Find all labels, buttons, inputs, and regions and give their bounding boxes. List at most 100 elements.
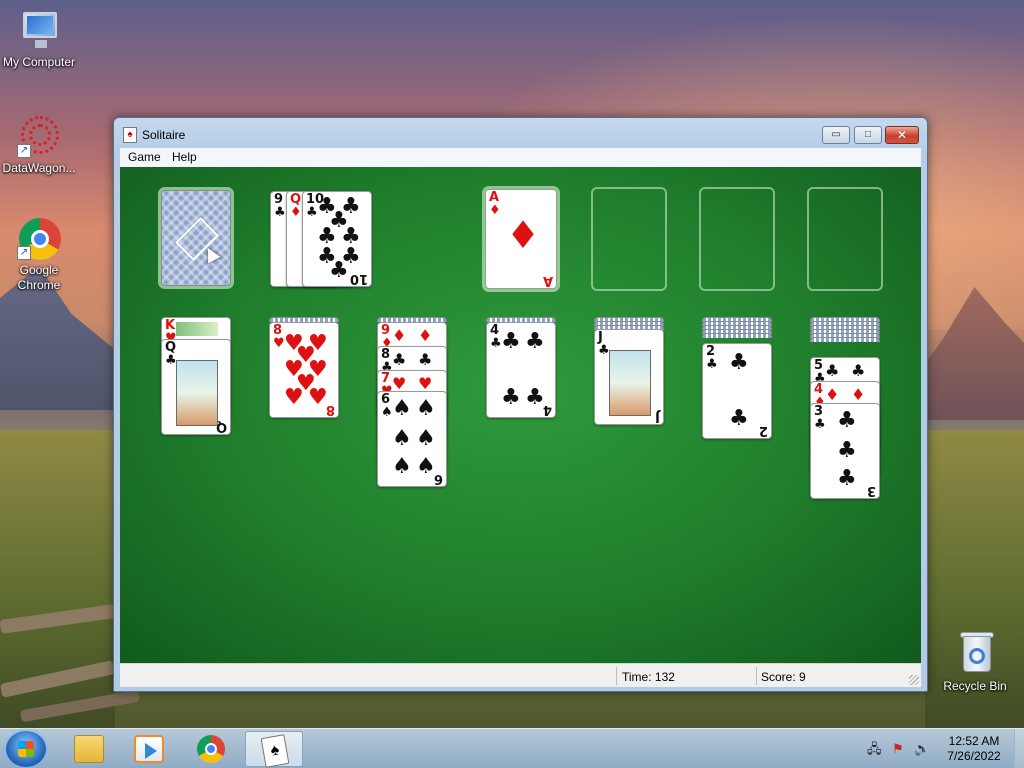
- card-pip: ♣: [851, 361, 866, 380]
- taskbar-clock[interactable]: 12:52 AM 7/26/2022: [944, 734, 1004, 764]
- menu-bar: Game Help: [120, 148, 921, 167]
- card-suit: ♣: [306, 205, 318, 220]
- solitaire-icon: ♠: [260, 734, 290, 768]
- foundation-2[interactable]: [591, 187, 667, 291]
- card-pip: ♠: [392, 396, 412, 421]
- card-pip: ♠: [416, 454, 436, 479]
- status-separator: [616, 667, 617, 685]
- action-center-flag-icon[interactable]: ⚑: [891, 742, 905, 756]
- taskbar-solitaire-button[interactable]: ♠: [245, 731, 303, 768]
- card-suit: ♦: [489, 203, 501, 218]
- windows-logo-icon: [18, 741, 34, 757]
- card-suit: ♣: [490, 336, 502, 351]
- solitaire-window[interactable]: ♠ Solitaire ▭ □ ✕ Game Help 9 ♣ Q ♦ 10 ♣…: [113, 117, 928, 692]
- chrome-icon: ↗: [17, 216, 61, 260]
- title-bar[interactable]: ♠ Solitaire ▭ □ ✕: [114, 118, 927, 148]
- card-pip: ♣: [329, 258, 349, 283]
- tableau-card[interactable]: Q ♣ Q: [161, 339, 231, 435]
- taskbar: ♠ 🖧 ⚑ 🔊 12:52 AM 7/26/2022: [0, 728, 1024, 768]
- desktop-icon-my-computer[interactable]: My Computer: [0, 8, 79, 69]
- chrome-icon: [197, 735, 225, 763]
- computer-icon: [17, 8, 61, 52]
- face-card-art: [609, 350, 651, 416]
- card-pip: ♣: [729, 350, 749, 375]
- show-desktop-button[interactable]: [1014, 729, 1024, 768]
- card-rank-bottom: 6: [433, 471, 443, 486]
- foundation-4[interactable]: [807, 187, 883, 291]
- card-rank-bottom: 3: [866, 483, 876, 498]
- card-pip: ♣: [418, 350, 433, 369]
- card-suit: ♣: [598, 343, 610, 358]
- card-rank-bottom: 10: [349, 271, 368, 286]
- card-pip: ♠: [392, 454, 412, 479]
- card-pip: ♥: [308, 385, 328, 410]
- stock-pile[interactable]: [161, 190, 231, 286]
- start-button[interactable]: [6, 731, 46, 767]
- card-suit: ♣: [814, 417, 826, 432]
- taskbar-media-player-button[interactable]: [120, 731, 178, 767]
- minimize-button[interactable]: ▭: [822, 126, 850, 144]
- card-rank-bottom: 8: [325, 402, 335, 417]
- clock-date: 7/26/2022: [947, 749, 1001, 763]
- card-pip: ♣: [525, 329, 545, 354]
- desktop-icon-google-chrome[interactable]: ↗ Google Chrome: [0, 216, 79, 293]
- folder-icon: [74, 735, 104, 763]
- status-separator: [756, 667, 757, 685]
- clock-time: 12:52 AM: [948, 734, 1000, 748]
- desktop-icon-label: My Computer: [2, 55, 76, 69]
- face-card-art: [176, 360, 218, 426]
- face-down-card: [702, 333, 772, 338]
- desktop-icon-datawagon[interactable]: ↗ DataWagon...: [0, 114, 79, 175]
- card-pip: ♣: [837, 408, 857, 433]
- tableau-card[interactable]: 8 ♥ ♥ ♥ ♥ ♥ ♥ ♥ ♥ ♥ 8: [269, 322, 339, 418]
- card-rank-bottom: 4: [542, 402, 552, 417]
- foundation-1[interactable]: A ♦ ♦ A: [485, 189, 557, 289]
- card-pip: ♣: [825, 361, 840, 380]
- recycle-bin-icon: [953, 632, 997, 676]
- tableau-card[interactable]: J ♣ J: [594, 329, 664, 425]
- desktop-icon-label: DataWagon...: [2, 161, 76, 175]
- resize-grip-icon[interactable]: [909, 675, 919, 685]
- status-bar: Time: 132 Score: 9: [120, 663, 921, 687]
- media-player-icon: [134, 735, 164, 763]
- taskbar-explorer-button[interactable]: [60, 731, 118, 767]
- time-display: Time: 132: [622, 670, 675, 684]
- face-card-art: [176, 322, 218, 336]
- card-suit: ♣: [165, 353, 177, 368]
- card-suit: ♠: [381, 405, 393, 420]
- card-pip: ♥: [284, 385, 304, 410]
- datawagon-icon: ↗: [17, 114, 61, 158]
- card-pip: ♣: [501, 329, 521, 354]
- card-pip: ♠: [392, 426, 412, 451]
- volume-icon[interactable]: 🔊: [914, 742, 930, 756]
- card-pip: ♠: [416, 426, 436, 451]
- menu-game[interactable]: Game: [128, 150, 161, 164]
- close-button[interactable]: ✕: [885, 126, 919, 144]
- card-pip: ♣: [729, 406, 749, 431]
- waste-top-card[interactable]: 10 ♣ ♣ ♣ ♣ ♣ ♣ ♣ ♣ ♣ 10: [302, 191, 372, 287]
- card-pip: ♦: [506, 213, 541, 257]
- card-rank-bottom: Q: [215, 419, 227, 434]
- network-icon[interactable]: 🖧: [867, 742, 882, 756]
- card-pip: ♦: [392, 326, 407, 345]
- tableau-card[interactable]: 4 ♣ ♣ ♣ ♣ ♣ 4: [486, 322, 556, 418]
- card-pip: ♣: [501, 385, 521, 410]
- card-pip: ♠: [416, 396, 436, 421]
- tableau-card[interactable]: 2 ♣ ♣ ♣ 2: [702, 343, 772, 439]
- card-pip: ♣: [392, 350, 407, 369]
- face-down-card: [810, 337, 880, 342]
- taskbar-chrome-button[interactable]: [182, 731, 240, 767]
- desktop-icon-recycle-bin[interactable]: Recycle Bin: [935, 632, 1015, 693]
- maximize-button[interactable]: □: [854, 126, 882, 144]
- tableau-card[interactable]: 3 ♣ ♣ ♣ ♣ 3: [810, 403, 880, 499]
- card-rank-bottom: A: [542, 273, 553, 288]
- card-rank-bottom: J: [655, 409, 660, 424]
- menu-help[interactable]: Help: [172, 150, 197, 164]
- foundation-3[interactable]: [699, 187, 775, 291]
- card-pip: ♦: [418, 326, 433, 345]
- card-suit: ♣: [706, 357, 718, 372]
- game-board[interactable]: 9 ♣ Q ♦ 10 ♣ ♣ ♣ ♣ ♣ ♣ ♣ ♣ ♣ 10 A ♦ ♦ A: [120, 167, 921, 663]
- solitaire-app-icon: ♠: [123, 127, 137, 143]
- tableau-card[interactable]: 6 ♠ ♠ ♠ ♠ ♠ ♠ ♠ 6: [377, 391, 447, 487]
- window-title: Solitaire: [142, 128, 186, 142]
